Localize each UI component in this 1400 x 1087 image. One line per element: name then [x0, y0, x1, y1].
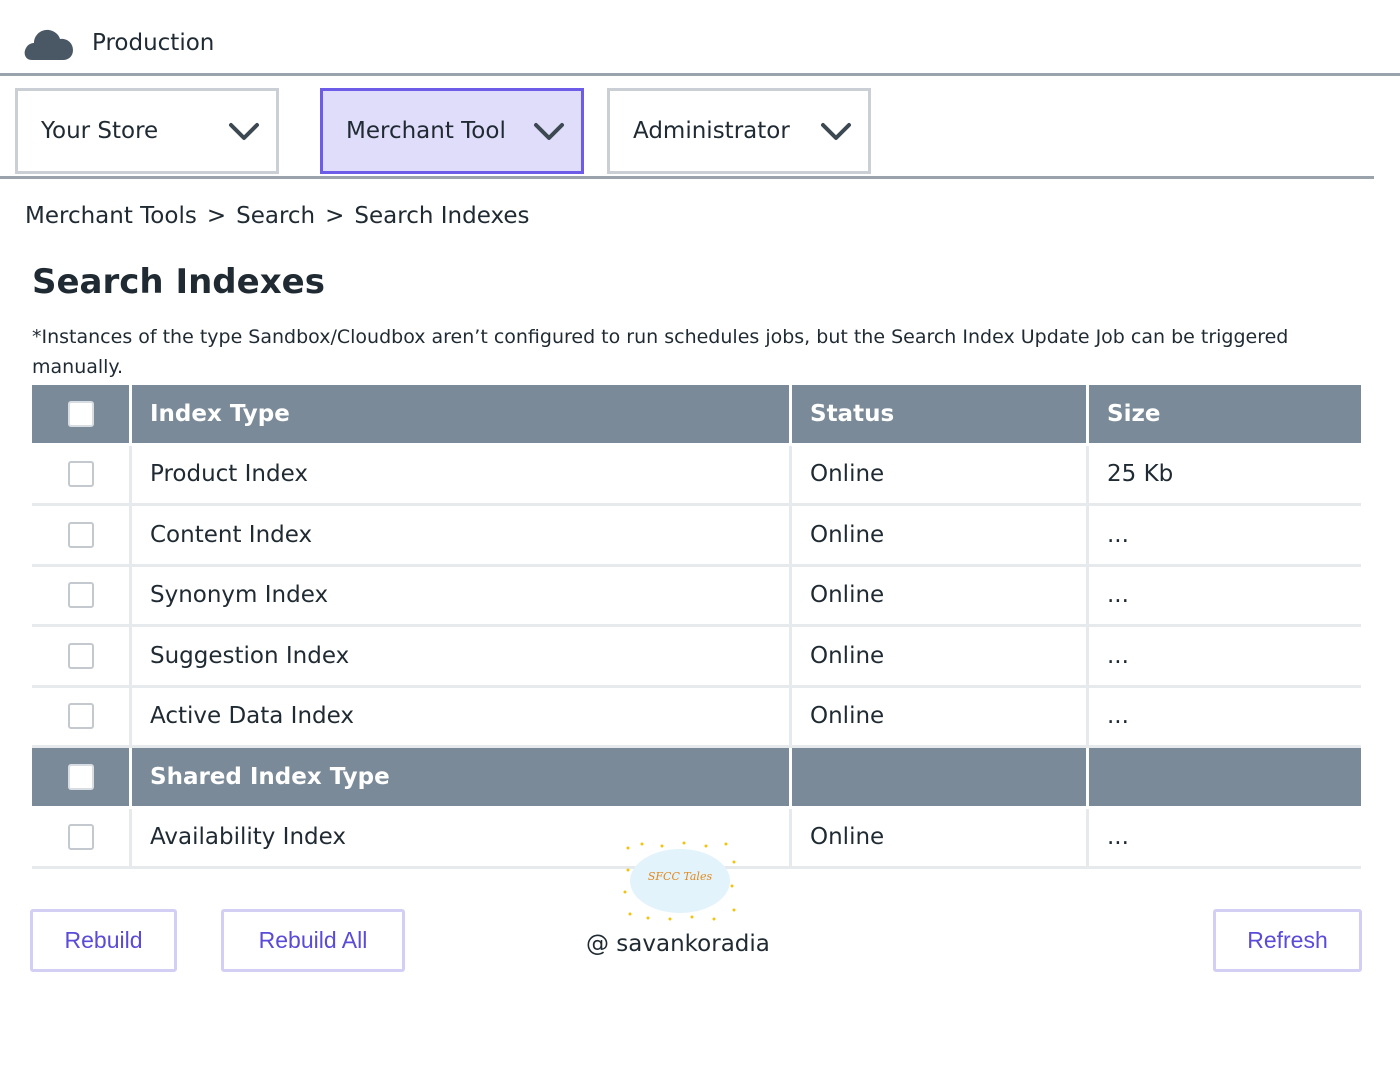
row-checkbox[interactable]	[67, 521, 94, 548]
index-type-cell: Synonym Index	[132, 566, 792, 627]
row-checkbox[interactable]	[67, 582, 94, 609]
table-row: Suggestion Index Online ...	[32, 627, 1361, 688]
chevron-down-icon	[534, 123, 564, 140]
rebuild-button[interactable]: Rebuild	[30, 909, 177, 972]
table-row: Active Data Index Online ...	[32, 687, 1361, 748]
table-row: Content Index Online ...	[32, 506, 1361, 567]
column-header-size: Size	[1089, 385, 1361, 446]
table-row: Product Index Online 25 Kb	[32, 445, 1361, 506]
chevron-down-icon	[821, 123, 851, 140]
sandbox-note: *Instances of the type Sandbox/Cloudbox …	[32, 326, 1289, 378]
status-cell: Online	[792, 566, 1089, 627]
breadcrumb: Merchant Tools > Search > Search Indexes	[25, 203, 530, 229]
size-cell: 25 Kb	[1089, 446, 1361, 506]
nav-merchant-tool-label: Merchant Tool	[346, 118, 506, 144]
header-checkbox-cell	[32, 385, 132, 446]
breadcrumb-separator: >	[325, 203, 345, 229]
refresh-button[interactable]: Refresh	[1213, 909, 1362, 972]
chevron-down-icon	[229, 123, 259, 140]
header-checkbox-cell	[32, 748, 132, 809]
row-checkbox-cell	[32, 687, 132, 748]
nav-merchant-tool[interactable]: Merchant Tool	[320, 88, 584, 174]
row-checkbox-cell	[32, 506, 132, 567]
index-type-cell: Product Index	[132, 445, 792, 506]
size-cell: ...	[1089, 627, 1361, 688]
watermark-credit: @ savankoradia	[586, 931, 770, 957]
column-header-index-type: Index Type	[132, 385, 792, 446]
status-cell: Online	[792, 808, 1089, 869]
column-header-shared-index-type: Shared Index Type	[132, 748, 792, 809]
row-checkbox-cell	[32, 566, 132, 627]
empty-header-cell	[1089, 748, 1361, 809]
environment-label: Production	[92, 30, 215, 56]
size-cell: ...	[1089, 809, 1361, 869]
sfcc-tales-logo: SFCC Tales	[623, 841, 736, 921]
size-cell: ...	[1089, 567, 1361, 627]
column-header-status: Status	[792, 385, 1089, 446]
row-checkbox[interactable]	[67, 642, 94, 669]
empty-header-cell	[792, 748, 1089, 809]
rebuild-all-button[interactable]: Rebuild All	[221, 909, 405, 972]
nav-administrator-label: Administrator	[633, 118, 790, 144]
row-checkbox-cell	[32, 808, 132, 869]
size-cell: ...	[1089, 688, 1361, 748]
status-cell: Online	[792, 627, 1089, 688]
breadcrumb-search-indexes: Search Indexes	[354, 203, 530, 229]
table-header-row: Index Type Status Size	[32, 385, 1361, 446]
main-nav: Your Store Merchant Tool Administrator	[0, 76, 1374, 179]
index-type-cell: Active Data Index	[132, 687, 792, 748]
nav-administrator[interactable]: Administrator	[607, 88, 871, 174]
breadcrumb-separator: >	[206, 203, 227, 229]
row-checkbox[interactable]	[67, 824, 94, 851]
status-cell: Online	[792, 506, 1089, 567]
select-all-shared-checkbox[interactable]	[67, 763, 94, 790]
size-cell: ...	[1089, 506, 1361, 567]
row-checkbox[interactable]	[67, 461, 94, 488]
row-checkbox-cell	[32, 445, 132, 506]
row-checkbox[interactable]	[67, 703, 94, 730]
row-checkbox-cell	[32, 627, 132, 688]
index-type-cell: Suggestion Index	[132, 627, 792, 688]
nav-your-store[interactable]: Your Store	[15, 88, 279, 174]
breadcrumb-merchant-tools[interactable]: Merchant Tools	[25, 203, 197, 229]
status-cell: Online	[792, 445, 1089, 506]
index-type-cell: Content Index	[132, 506, 792, 567]
table-row: Synonym Index Online ...	[32, 566, 1361, 627]
cloud-icon	[24, 29, 73, 60]
breadcrumb-search[interactable]: Search	[236, 203, 315, 229]
search-index-table: Index Type Status Size Product Index Onl…	[32, 385, 1361, 869]
logo-text: SFCC Tales	[648, 870, 713, 883]
nav-your-store-label: Your Store	[41, 118, 159, 144]
page-title: Search Indexes	[32, 262, 325, 302]
select-all-checkbox[interactable]	[67, 400, 94, 427]
top-bar: Production	[0, 0, 1400, 76]
status-cell: Online	[792, 687, 1089, 748]
shared-index-header-row: Shared Index Type	[32, 748, 1361, 809]
